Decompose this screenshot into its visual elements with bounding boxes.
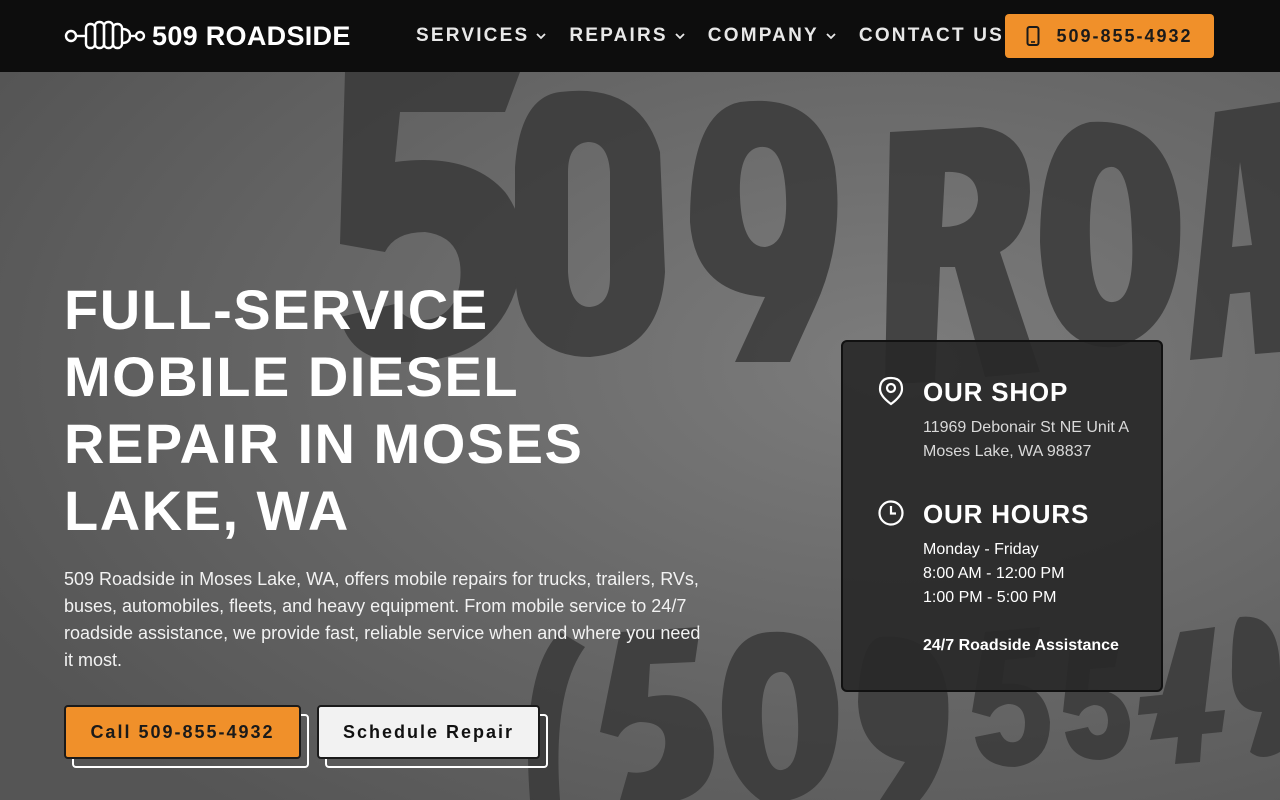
map-pin-icon <box>878 376 904 406</box>
nav-item-services[interactable]: SERVICES <box>416 24 547 48</box>
schedule-repair-button[interactable]: Schedule Repair <box>317 705 540 759</box>
hours-days: Monday - Friday <box>923 541 1039 558</box>
shop-heading: OUR SHOP <box>923 377 1069 407</box>
nav-label: REPAIRS <box>569 25 668 46</box>
nav-item-repairs[interactable]: REPAIRS <box>569 24 685 48</box>
nav-label: SERVICES <box>416 25 530 46</box>
hours-afternoon: 1:00 PM - 5:00 PM <box>923 589 1057 606</box>
shop-address-line1: 11969 Debonair St NE Unit A <box>923 419 1130 436</box>
hours-morning: 8:00 AM - 12:00 PM <box>923 565 1065 582</box>
roadside-assistance-note: 24/7 Roadside Assistance <box>923 637 1119 654</box>
hours-heading: OUR HOURS <box>923 499 1090 529</box>
chevron-down-icon <box>826 33 836 40</box>
shop-address-line2: Moses Lake, WA 98837 <box>923 443 1092 460</box>
logo-text: 509 ROADSIDE <box>152 20 351 51</box>
chevron-down-icon <box>675 33 685 40</box>
logo[interactable]: 509 ROADSIDE <box>64 18 351 54</box>
header-phone-button[interactable]: 509-855-4932 <box>1005 14 1214 58</box>
nav-item-contact[interactable]: CONTACT US <box>859 24 1004 48</box>
call-button[interactable]: Call 509-855-4932 <box>64 705 301 759</box>
mobile-phone-icon <box>1026 26 1040 46</box>
main-nav: SERVICES REPAIRS COMPANY CONTACT US <box>416 24 1026 48</box>
nav-label: CONTACT US <box>858 25 1005 46</box>
clock-icon <box>878 500 904 526</box>
phone-button-label: 509-855-4932 <box>1056 25 1193 46</box>
site-header: 509 ROADSIDE SERVICES REPAIRS COMPANY CO… <box>0 0 1280 72</box>
shop-info-card: OUR SHOP 11969 Debonair St NE Unit A Mos… <box>841 340 1163 692</box>
fist-wrench-logo-icon <box>64 20 146 50</box>
hero-headline: FULL-SERVICE MOBILE DIESEL REPAIR IN MOS… <box>64 278 584 542</box>
chevron-down-icon <box>536 33 546 40</box>
hero-description: 509 Roadside in Moses Lake, WA, offers m… <box>64 569 701 670</box>
nav-item-company[interactable]: COMPANY <box>708 24 837 48</box>
nav-label: COMPANY <box>707 25 819 46</box>
